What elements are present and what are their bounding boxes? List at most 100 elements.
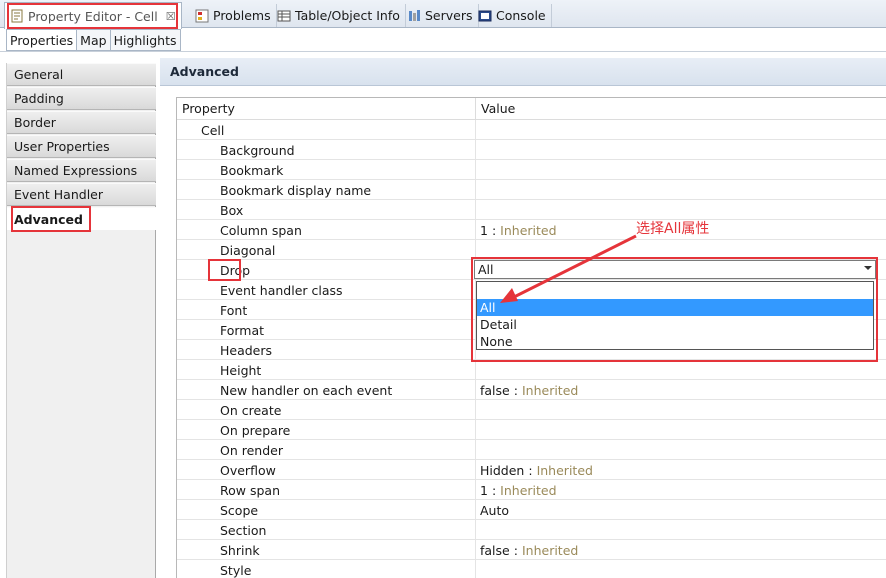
- drop-options-list: All Detail None: [476, 281, 874, 350]
- view-tab-bar: Property Editor - Cell ☒ Problems Table/…: [0, 0, 886, 29]
- column-header-property[interactable]: Property: [177, 98, 476, 120]
- property-value[interactable]: [476, 560, 886, 578]
- tab-console[interactable]: Console: [473, 4, 552, 27]
- property-row[interactable]: Box: [177, 200, 886, 220]
- property-value-text: Hidden: [480, 462, 525, 478]
- property-value[interactable]: [476, 520, 886, 540]
- category-border[interactable]: Border: [7, 111, 156, 134]
- property-group-row[interactable]: Cell: [177, 120, 886, 140]
- property-row[interactable]: On prepare: [177, 420, 886, 440]
- tab-console-label: Console: [496, 8, 546, 23]
- property-row[interactable]: Bookmark display name: [177, 180, 886, 200]
- property-value[interactable]: [476, 180, 886, 200]
- inherited-separator: :: [491, 222, 497, 238]
- close-icon[interactable]: ☒: [166, 10, 176, 23]
- property-row[interactable]: Row span 1: Inherited: [177, 480, 886, 500]
- property-name: Box: [177, 200, 476, 220]
- property-name: On prepare: [177, 420, 476, 440]
- tab-table-object-info[interactable]: Table/Object Info: [272, 4, 406, 27]
- property-row[interactable]: Overflow Hidden: Inherited: [177, 460, 886, 480]
- drop-option-all[interactable]: All: [477, 299, 873, 316]
- section-title: Advanced: [160, 58, 886, 86]
- inherited-label: Inherited: [500, 222, 557, 238]
- drop-option-detail[interactable]: Detail: [477, 316, 873, 333]
- property-name: On render: [177, 440, 476, 460]
- property-name: Row span: [177, 480, 476, 500]
- property-name: On create: [177, 400, 476, 420]
- property-group-name: Cell: [177, 120, 476, 140]
- category-list: General Padding Border User Properties N…: [6, 63, 156, 578]
- property-name: New handler on each event: [177, 380, 476, 400]
- property-value[interactable]: [476, 400, 886, 420]
- inherited-label: Inherited: [500, 482, 557, 498]
- tab-property-editor[interactable]: Property Editor - Cell ☒: [4, 2, 182, 29]
- property-value[interactable]: Hidden: Inherited: [476, 460, 886, 480]
- inherited-label: Inherited: [521, 382, 579, 398]
- property-value[interactable]: [476, 200, 886, 220]
- property-name: Bookmark: [177, 160, 476, 180]
- tab-servers[interactable]: Servers: [402, 4, 479, 27]
- property-value[interactable]: false: Inherited: [476, 380, 886, 400]
- property-row[interactable]: Bookmark: [177, 160, 886, 180]
- property-value[interactable]: [476, 160, 886, 180]
- drop-combo-value: All: [478, 262, 494, 277]
- inherited-label: Inherited: [521, 542, 579, 558]
- property-row[interactable]: Column span 1: Inherited: [177, 220, 886, 240]
- property-row[interactable]: Diagonal: [177, 240, 886, 260]
- category-user-properties[interactable]: User Properties: [7, 135, 156, 158]
- property-value[interactable]: false: Inherited: [476, 540, 886, 560]
- property-value[interactable]: Auto: [476, 500, 886, 520]
- tab-servers-label: Servers: [425, 8, 473, 23]
- property-row[interactable]: On create: [177, 400, 886, 420]
- property-row[interactable]: On render: [177, 440, 886, 460]
- property-row[interactable]: Scope Auto: [177, 500, 886, 520]
- property-row[interactable]: Height: [177, 360, 886, 380]
- property-value[interactable]: [476, 440, 886, 460]
- property-value[interactable]: 1: Inherited: [476, 480, 886, 500]
- property-row[interactable]: Section: [177, 520, 886, 540]
- property-value[interactable]: [476, 360, 886, 380]
- column-header-value[interactable]: Value: [476, 98, 886, 120]
- category-event-handler[interactable]: Event Handler: [7, 183, 156, 206]
- property-name: Style: [177, 560, 476, 578]
- property-value: [476, 120, 886, 140]
- inherited-separator: :: [513, 542, 518, 558]
- property-row[interactable]: New handler on each event false: Inherited: [177, 380, 886, 400]
- annotation-label: 选择All属性: [636, 221, 710, 237]
- property-value[interactable]: [476, 140, 886, 160]
- tab-highlights[interactable]: Highlights: [110, 29, 181, 51]
- chevron-down-icon[interactable]: [864, 266, 872, 270]
- property-name: Scope: [177, 500, 476, 520]
- tab-problems[interactable]: Problems: [190, 4, 277, 27]
- property-value-text: false: [480, 382, 510, 398]
- tab-table-object-info-label: Table/Object Info: [295, 8, 400, 23]
- property-value-text: Auto: [480, 502, 510, 518]
- category-padding[interactable]: Padding: [7, 87, 156, 110]
- property-row[interactable]: Shrink false: Inherited: [177, 540, 886, 560]
- category-advanced[interactable]: Advanced: [7, 207, 156, 230]
- property-name: Shrink: [177, 540, 476, 560]
- property-name: Event handler class: [177, 280, 476, 300]
- tab-properties[interactable]: Properties: [6, 29, 78, 51]
- drop-option-none[interactable]: None: [477, 333, 873, 350]
- tab-map[interactable]: Map: [77, 29, 111, 51]
- property-name: Column span: [177, 220, 476, 240]
- category-general[interactable]: General: [7, 63, 156, 86]
- divider: [0, 51, 886, 52]
- property-row[interactable]: Background: [177, 140, 886, 160]
- property-value[interactable]: [476, 420, 886, 440]
- tab-problems-label: Problems: [213, 8, 271, 23]
- property-value-text: 1: [480, 482, 488, 498]
- property-name: Headers: [177, 340, 476, 360]
- inherited-separator: :: [528, 462, 533, 478]
- property-editor-icon: [10, 9, 24, 23]
- property-name: Height: [177, 360, 476, 380]
- property-value[interactable]: [476, 240, 886, 260]
- property-row[interactable]: Style: [177, 560, 886, 578]
- property-name: Overflow: [177, 460, 476, 480]
- category-named-expressions[interactable]: Named Expressions: [7, 159, 156, 182]
- table-icon: [277, 9, 291, 23]
- inherited-separator: :: [491, 482, 497, 498]
- drop-combo[interactable]: All: [474, 260, 876, 279]
- inherited-separator: :: [513, 382, 518, 398]
